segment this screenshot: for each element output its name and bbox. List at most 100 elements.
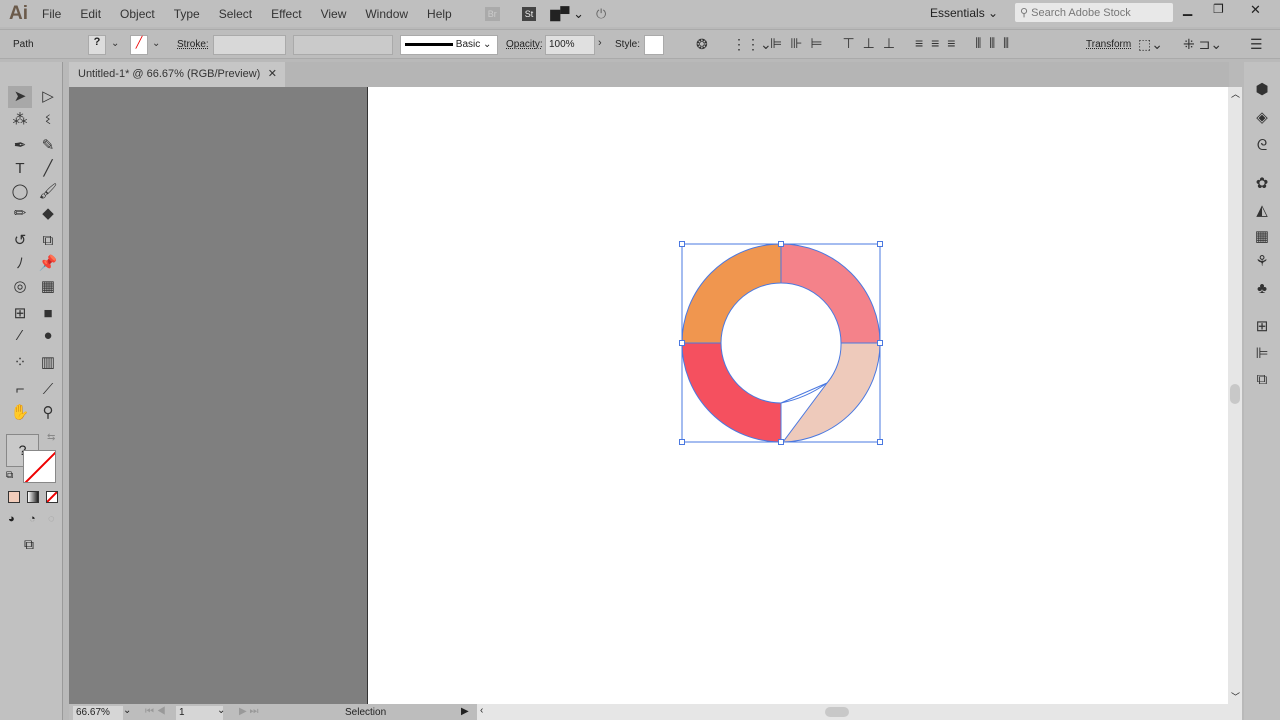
first-artboard-icon[interactable]: ⏮ ◀ — [145, 706, 166, 717]
symbols-panel-icon[interactable]: ♣ — [1250, 278, 1274, 300]
curvature-tool[interactable]: ✎ — [36, 135, 60, 157]
pathfinder-panel-icon[interactable]: ⧉ — [1250, 369, 1274, 391]
bridge-button[interactable]: Br — [484, 6, 500, 21]
stroke-label[interactable]: Stroke: — [177, 39, 209, 50]
direct-selection-tool[interactable]: ▷ — [36, 86, 60, 108]
resize-handle[interactable] — [778, 241, 784, 247]
donut-segment-bottom-left[interactable] — [681, 342, 782, 443]
zoom-tool[interactable]: ⚲ — [36, 402, 60, 424]
menu-select[interactable]: Select — [219, 7, 252, 21]
symbol-sprayer-tool[interactable]: ⁘ — [8, 352, 32, 374]
artboard-dropdown-icon[interactable]: ⌄ — [217, 705, 225, 716]
document-tab[interactable]: Untitled-1* @ 66.67% (RGB/Preview) ✕ — [69, 62, 285, 87]
gpu-performance-icon[interactable]: ⏻ — [596, 6, 606, 22]
menu-file[interactable]: File — [42, 7, 61, 21]
scroll-down-icon[interactable]: ﹀ — [1231, 690, 1240, 703]
none-mode-button[interactable] — [46, 491, 58, 503]
isolate-icon[interactable]: ⁜ ⊐⌄ — [1183, 37, 1222, 51]
gradient-tool[interactable]: ■ — [36, 303, 60, 325]
resize-handle[interactable] — [877, 241, 883, 247]
horizontal-scrollbar[interactable]: ‹ — [477, 704, 1242, 720]
transform-link[interactable]: Transform — [1086, 39, 1131, 50]
restore-button[interactable]: ❐ — [1213, 2, 1224, 16]
transform-panel-icon[interactable]: ⊞ — [1250, 316, 1274, 338]
pencil-tool[interactable]: ✏ — [8, 203, 32, 225]
creative-cloud-panel-icon[interactable]: ᘓ — [1250, 135, 1274, 157]
draw-normal-icon[interactable]: ◕ — [8, 513, 15, 525]
align-icons[interactable]: ⊫⊪⊨ ⊤⊥⊥ ≡≡≡ ⫴⫴⫴ — [770, 36, 1017, 50]
close-tab-icon[interactable]: ✕ — [268, 67, 277, 80]
eraser-tool[interactable]: ◆ — [36, 203, 60, 225]
current-tool-status[interactable]: Selection — [345, 707, 386, 718]
scroll-up-icon[interactable]: ︿ — [1231, 87, 1240, 100]
resize-handle[interactable] — [679, 241, 685, 247]
color-palette-panel-icon[interactable]: ✿ — [1250, 173, 1274, 195]
scroll-thumb[interactable] — [1230, 384, 1240, 404]
graphic-style-swatch[interactable] — [644, 35, 664, 55]
resize-handle[interactable] — [679, 439, 685, 445]
brushes-panel-icon[interactable]: ⚘ — [1250, 251, 1274, 273]
resize-handle[interactable] — [679, 340, 685, 346]
selection-tool[interactable]: ➤ — [8, 86, 32, 108]
arrange-documents-icon[interactable]: ▆▀ ⌄ — [550, 6, 584, 22]
stroke-color-box[interactable] — [23, 450, 56, 483]
mesh-tool[interactable]: ⊞ — [8, 303, 32, 325]
search-stock-input[interactable]: ⚲ Search Adobe Stock — [1015, 3, 1173, 22]
color-mode-button[interactable] — [8, 491, 20, 503]
menu-edit[interactable]: Edit — [80, 7, 101, 21]
blend-tool[interactable]: ● — [36, 325, 60, 347]
color-guide-panel-icon[interactable]: ◭ — [1250, 200, 1274, 222]
menu-type[interactable]: Type — [174, 7, 200, 21]
pen-tool[interactable]: ✒ — [8, 135, 32, 157]
select-similar-icon[interactable]: ⬚⌄ — [1138, 37, 1163, 51]
swap-colors-icon[interactable]: ⇆ — [47, 432, 55, 443]
opacity-field[interactable]: 100% — [545, 35, 595, 55]
perspective-grid-tool[interactable]: ▦ — [36, 276, 60, 298]
horizontal-scroll-thumb[interactable] — [825, 707, 849, 717]
donut-segment-top-right[interactable] — [780, 243, 881, 344]
gradient-mode-button[interactable] — [27, 491, 39, 503]
recolor-artwork-icon[interactable]: ❂ — [696, 37, 708, 51]
align-to-selection-icon[interactable]: ⋮⋮⌄ — [732, 37, 772, 51]
draw-inside-icon[interactable]: ◌ — [48, 513, 55, 525]
hand-tool[interactable]: ✋ — [8, 402, 32, 424]
menu-view[interactable]: View — [321, 7, 347, 21]
next-artboard-icon[interactable]: ▶ ⏭ — [239, 706, 258, 717]
menu-object[interactable]: Object — [120, 7, 155, 21]
default-colors-icon[interactable]: ⧉ — [6, 470, 13, 481]
panel-menu-icon[interactable]: ☰ — [1250, 37, 1263, 51]
zoom-field[interactable]: 66.67% — [73, 706, 123, 720]
scale-tool[interactable]: ⧉ — [36, 230, 60, 252]
resize-handle[interactable] — [877, 439, 883, 445]
resize-handle[interactable] — [877, 340, 883, 346]
type-tool[interactable]: T — [8, 158, 32, 180]
opacity-label[interactable]: Opacity: — [506, 39, 543, 50]
minimize-button[interactable]: ▁ — [1183, 2, 1192, 16]
screen-mode-icon[interactable]: ⧉ — [24, 536, 34, 553]
puppet-warp-tool[interactable]: 📌 — [36, 253, 60, 275]
donut-segment-top-left[interactable] — [681, 243, 782, 344]
lasso-tool[interactable]: ଽ — [36, 109, 60, 131]
paintbrush-tool[interactable]: 🖌 — [36, 181, 60, 203]
vertical-scrollbar[interactable]: ︿ ﹀ — [1228, 87, 1242, 704]
scroll-left-icon[interactable]: ‹ — [480, 705, 483, 716]
layers-panel-icon[interactable]: ◈ — [1250, 107, 1274, 129]
zoom-dropdown-icon[interactable]: ⌄ — [123, 705, 131, 716]
draw-behind-icon[interactable]: ◔ — [29, 513, 36, 525]
rotate-tool[interactable]: ↺ — [8, 230, 32, 252]
fill-swatch[interactable]: ? — [88, 35, 106, 55]
ellipse-tool[interactable]: ◯ — [8, 181, 32, 203]
artboard-tool[interactable]: ⌐ — [8, 379, 32, 401]
menu-help[interactable]: Help — [427, 7, 452, 21]
artboard-number-field[interactable]: 1 — [176, 706, 223, 720]
menu-effect[interactable]: Effect — [271, 7, 301, 21]
workspace-switcher[interactable]: Essentials ⌄ — [930, 6, 998, 20]
fill-dropdown-icon[interactable]: ⌄ — [111, 39, 119, 49]
line-tool[interactable]: ╱ — [36, 158, 60, 180]
swatches-panel-icon[interactable]: ▦ — [1250, 226, 1274, 248]
resize-handle[interactable] — [778, 439, 784, 445]
stock-button[interactable]: St — [521, 6, 537, 21]
artboard[interactable] — [367, 87, 1228, 704]
shape-builder-tool[interactable]: ◎ — [8, 276, 32, 298]
opacity-arrow-icon[interactable]: › — [598, 38, 602, 49]
